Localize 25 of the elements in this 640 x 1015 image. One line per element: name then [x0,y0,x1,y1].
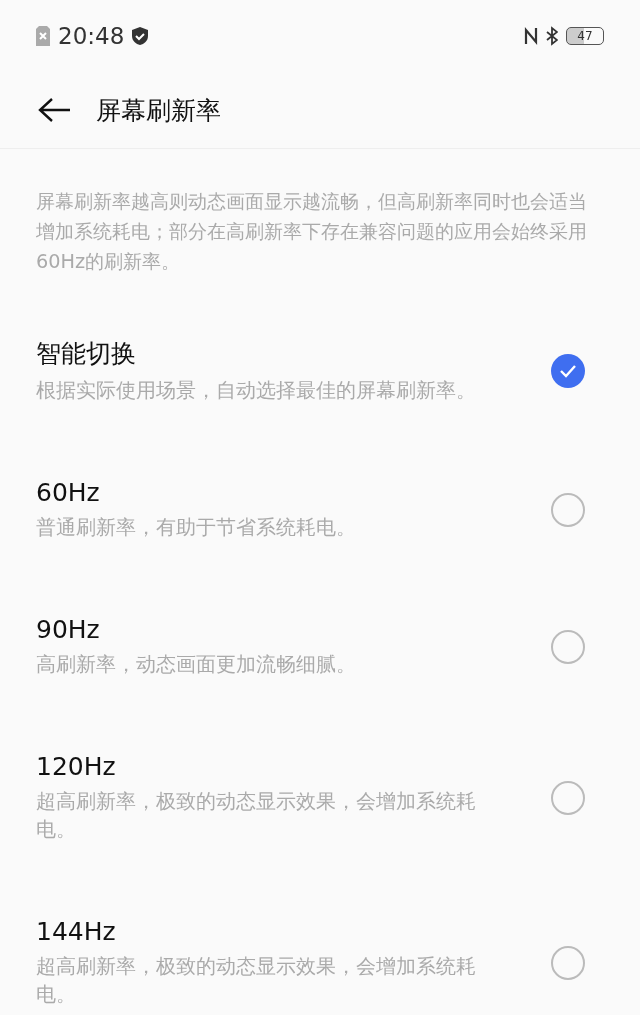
nfc-icon [524,26,538,46]
battery-icon: 47 [566,27,604,45]
radio-button[interactable] [551,629,585,664]
option-title: 120Hz [36,752,117,781]
status-time: 20:48 [58,23,125,49]
checkmark-icon [559,363,577,378]
option-subtitle: 高刷新率，动态画面更加流畅细腻。 [36,651,357,678]
option-subtitle: 根据实际使用场景，自动选择最佳的屏幕刷新率。 [36,377,477,404]
shield-icon [132,27,149,45]
option-title: 90Hz [36,615,101,644]
description-text: 屏幕刷新率越高则动态画面显示越流畅，但高刷新率同时也会适当增加系统耗电；部分在高刷新率下存在兼容问题的应用会始终采用60Hz的刷新率。 [36,189,588,275]
radio-button[interactable] [551,780,585,815]
back-button[interactable] [38,98,72,122]
radio-button[interactable] [551,492,585,527]
option-subtitle: 超高刷新率，极致的动态显示效果，会增加系统耗电。 [36,788,477,843]
option-title: 60Hz [36,478,101,507]
page-title: 屏幕刷新率 [96,94,221,127]
bluetooth-icon [546,26,558,46]
radio-button[interactable] [551,945,585,980]
option-title: 144Hz [36,917,117,946]
option-title: 智能切换 [36,338,137,370]
radio-button[interactable] [551,353,585,388]
option-subtitle: 超高刷新率，极致的动态显示效果，会增加系统耗电。 [36,953,477,1008]
sim-card-icon [36,26,50,46]
option-subtitle: 普通刷新率，有助于节省系统耗电。 [36,514,357,541]
